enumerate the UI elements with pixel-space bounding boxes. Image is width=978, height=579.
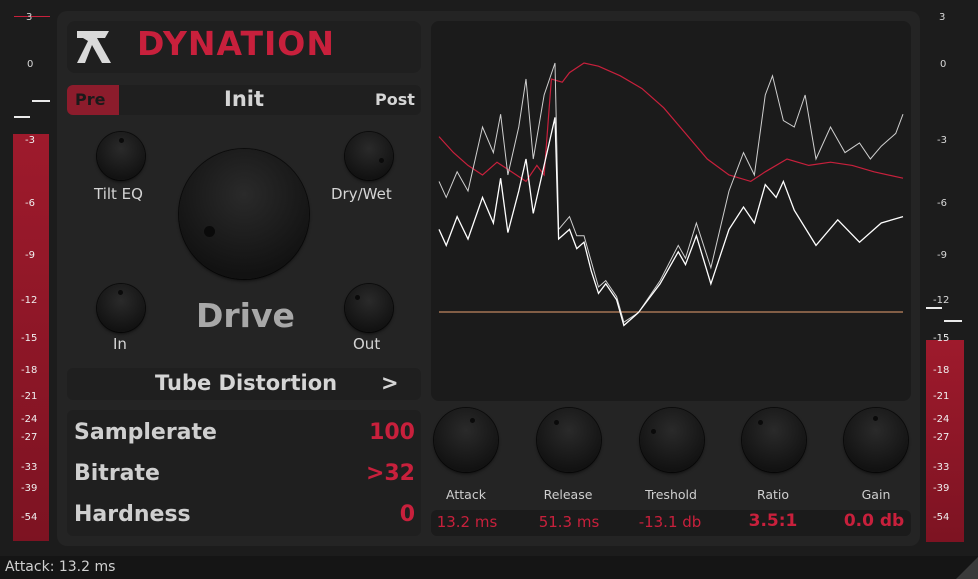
gain-knob[interactable] — [844, 408, 908, 472]
mode-name: Tube Distortion — [155, 371, 338, 395]
meter-left: 3 0 -3 -6 -9 -12 -15 -18 -21 -24 -27 -33… — [0, 0, 56, 546]
meter-tick: -12 — [933, 295, 950, 306]
level-marker[interactable] — [32, 100, 50, 102]
gain-value[interactable]: 0.0 db — [824, 511, 924, 531]
tilt-eq-label: Tilt EQ — [94, 185, 143, 203]
meter-tick: -24 — [933, 414, 950, 425]
release-label: Release — [543, 487, 593, 502]
meter-tick: -9 — [937, 250, 947, 261]
level-marker[interactable] — [944, 320, 962, 322]
mode-selector[interactable]: Tube Distortion > — [67, 368, 421, 400]
meter-tick: -27 — [21, 432, 38, 443]
drive-label: Drive — [196, 296, 295, 335]
meter-tick: -39 — [933, 483, 950, 494]
meter-tick: 3 — [26, 12, 33, 23]
logo-icon — [77, 31, 111, 63]
meter-tick: -12 — [21, 295, 38, 306]
param-value-samplerate[interactable]: 100 — [369, 420, 415, 445]
knob-indicator — [651, 429, 656, 434]
meter-tick: -15 — [21, 333, 38, 344]
threshold-value[interactable]: -13.1 db — [620, 513, 720, 531]
dry-wet-label: Dry/Wet — [331, 185, 392, 203]
drive-knob[interactable] — [179, 149, 309, 279]
gain-label: Gain — [861, 487, 891, 502]
in-label: In — [113, 335, 127, 353]
meter-tick: -15 — [933, 333, 950, 344]
param-name-bitrate: Bitrate — [74, 461, 160, 486]
gain-reduction-curve — [438, 62, 904, 183]
attack-label: Attack — [446, 487, 486, 502]
brand-title: DYNATION — [137, 24, 335, 63]
routing-bar: Pre Init Post — [67, 85, 421, 115]
param-value-bitrate[interactable]: >32 — [366, 461, 415, 486]
resize-grip-icon[interactable] — [956, 557, 978, 579]
knob-indicator — [873, 416, 878, 421]
meter-tick: -39 — [21, 483, 38, 494]
logo-header: DYNATION — [67, 21, 421, 73]
meter-tick: 0 — [940, 59, 947, 70]
pre-label: Pre — [75, 90, 106, 109]
knob-indicator — [118, 290, 123, 295]
meter-tick: -6 — [25, 198, 35, 209]
status-text: Attack: 13.2 ms — [5, 559, 116, 575]
ratio-knob[interactable] — [742, 408, 806, 472]
out-label: Out — [353, 335, 381, 353]
threshold-knob[interactable] — [640, 408, 704, 472]
meter-tick: -3 — [25, 135, 35, 146]
meter-right: 3 0 -3 -6 -9 -12 -15 -18 -21 -24 -27 -33… — [922, 0, 978, 546]
preset-name[interactable]: Init — [224, 87, 264, 111]
meter-tick: -27 — [933, 432, 950, 443]
level-marker[interactable] — [926, 307, 942, 309]
knob-indicator — [119, 138, 124, 143]
level-marker[interactable] — [14, 116, 30, 118]
knob-indicator — [204, 226, 215, 237]
meter-tick: -21 — [933, 391, 950, 402]
threshold-label: Treshold — [645, 487, 697, 502]
meter-tick: -21 — [21, 391, 38, 402]
meter-tick: -3 — [937, 135, 947, 146]
params-panel: Samplerate 100 Bitrate >32 Hardness 0 — [67, 410, 421, 536]
status-bar: Attack: 13.2 ms — [0, 556, 978, 579]
knob-indicator — [355, 295, 360, 300]
comp-values-bar: 13.2 ms 51.3 ms -13.1 db 3.5:1 0.0 db — [431, 510, 911, 536]
dry-wet-knob[interactable] — [345, 132, 393, 180]
meter-tick: -18 — [933, 365, 950, 376]
meter-tick: 3 — [939, 12, 946, 23]
attack-value[interactable]: 13.2 ms — [417, 513, 517, 531]
param-name-samplerate: Samplerate — [74, 420, 217, 445]
waveform-scope — [438, 62, 904, 327]
ratio-value[interactable]: 3.5:1 — [723, 511, 823, 531]
meter-tick: -9 — [25, 250, 35, 261]
mode-next-button[interactable]: > — [381, 371, 399, 395]
post-button[interactable]: Post — [375, 90, 415, 109]
meter-tick: -54 — [933, 512, 950, 523]
meter-tick: -18 — [21, 365, 38, 376]
param-value-hardness[interactable]: 0 — [400, 502, 415, 527]
attack-knob[interactable] — [434, 408, 498, 472]
meter-tick: -54 — [21, 512, 38, 523]
meter-tick: -33 — [21, 462, 38, 473]
release-knob[interactable] — [537, 408, 601, 472]
tilt-eq-knob[interactable] — [97, 132, 145, 180]
in-knob[interactable] — [97, 284, 145, 332]
meter-tick: -33 — [933, 462, 950, 473]
input-waveform — [438, 62, 904, 323]
knob-indicator — [554, 420, 559, 425]
release-value[interactable]: 51.3 ms — [519, 513, 619, 531]
param-name-hardness: Hardness — [74, 502, 191, 527]
ratio-label: Ratio — [756, 487, 790, 502]
meter-tick: -24 — [21, 414, 38, 425]
out-knob[interactable] — [345, 284, 393, 332]
meter-tick: 0 — [27, 59, 34, 70]
scope-display — [431, 21, 911, 401]
knob-indicator — [758, 420, 763, 425]
knob-indicator — [470, 418, 475, 423]
knob-indicator — [379, 158, 384, 163]
meter-tick: -6 — [937, 198, 947, 209]
output-waveform — [438, 117, 904, 327]
